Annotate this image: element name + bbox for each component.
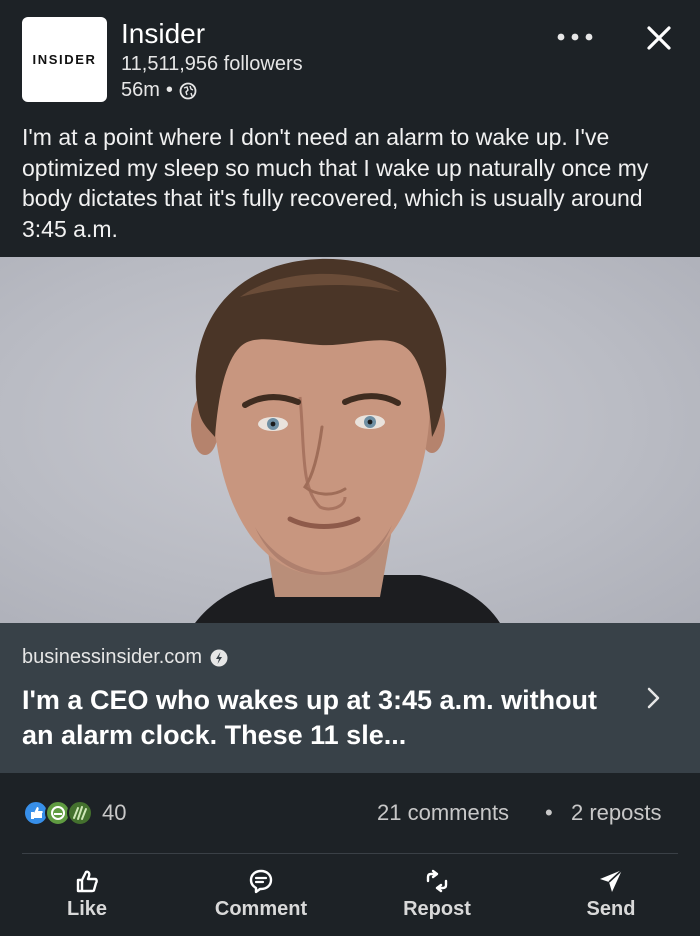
post-meta: 56m • xyxy=(121,79,197,102)
globe-icon xyxy=(179,82,197,99)
more-options-icon[interactable] xyxy=(553,22,597,52)
action-bar: Like Comment Repost Send xyxy=(0,858,700,936)
comment-icon xyxy=(249,869,273,894)
chevron-right-icon[interactable] xyxy=(644,683,664,713)
like-label: Like xyxy=(66,898,108,920)
author-logo[interactable]: INSIDER xyxy=(22,17,107,102)
comment-button[interactable]: Comment xyxy=(205,858,317,936)
portrait-illustration xyxy=(191,258,500,623)
post-header: INSIDER Insider 11,511,956 followers 56m… xyxy=(0,0,700,110)
repost-button[interactable]: Repost xyxy=(394,858,480,936)
comment-count[interactable]: 21 comments xyxy=(377,800,509,826)
reaction-icons xyxy=(23,800,93,826)
author-name[interactable]: Insider xyxy=(121,18,205,50)
repost-icon xyxy=(426,869,448,893)
stats-separator: • xyxy=(545,800,553,825)
thumbs-up-icon xyxy=(76,870,98,893)
link-domain-row: businessinsider.com xyxy=(22,646,228,669)
repost-label: Repost xyxy=(403,898,471,920)
logo-text: INSIDER xyxy=(32,52,97,67)
article-image[interactable] xyxy=(0,257,700,623)
post-time: 56m xyxy=(121,79,160,101)
link-domain: businessinsider.com xyxy=(22,646,203,668)
send-button[interactable]: Send xyxy=(580,858,642,936)
close-icon[interactable] xyxy=(643,22,675,54)
meta-separator: • xyxy=(165,79,173,101)
reactions-summary[interactable]: 40 xyxy=(22,798,126,828)
repost-count[interactable]: 2 reposts xyxy=(571,800,662,826)
send-label: Send xyxy=(586,898,636,920)
divider xyxy=(22,853,678,854)
link-headline[interactable]: I'm a CEO who wakes up at 3:45 a.m. with… xyxy=(22,683,622,753)
follower-count: 11,511,956 followers xyxy=(121,53,303,75)
reaction-count: 40 xyxy=(102,800,127,825)
send-icon xyxy=(600,869,623,892)
like-button[interactable]: Like xyxy=(57,858,117,936)
verified-icon xyxy=(210,649,228,666)
comment-label: Comment xyxy=(214,898,308,920)
post-body-text: I'm at a point where I don't need an ala… xyxy=(22,124,649,242)
